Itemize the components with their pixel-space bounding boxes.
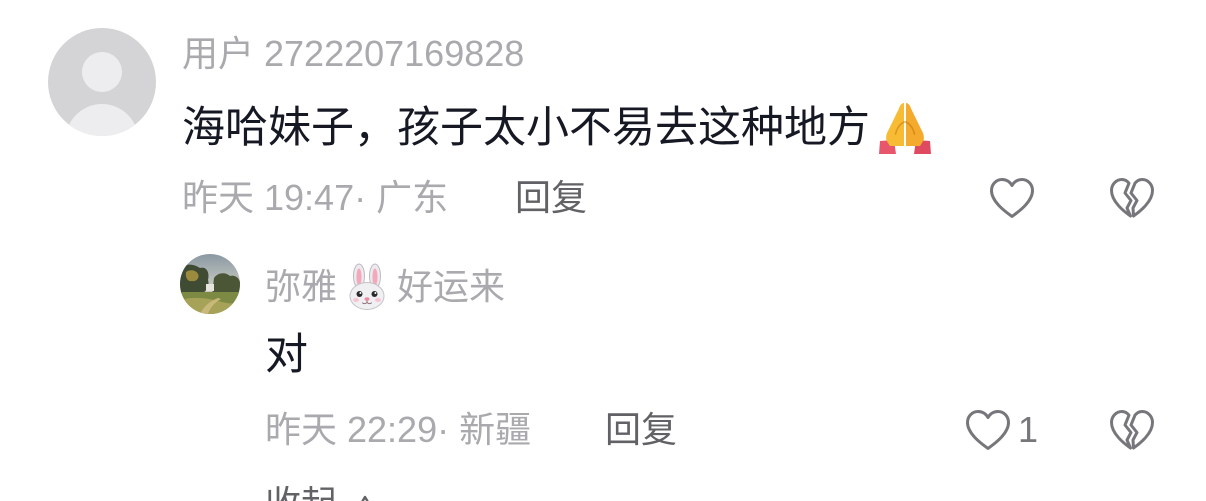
- broken-heart-left-half: [1110, 178, 1133, 218]
- photo-building: [206, 284, 214, 291]
- broken-heart-right-half: [1129, 410, 1154, 450]
- rabbit-nose: [364, 297, 370, 301]
- reply-meta: 昨天 22:29· 新疆: [265, 409, 532, 450]
- comment-body: 海哈妹子，孩子太小不易去这种地方: [182, 100, 934, 156]
- reply-author-name[interactable]: 弥雅 好运来: [265, 263, 505, 311]
- avatar-silhouette-head: [82, 52, 122, 92]
- landscape-photo-avatar-icon[interactable]: [180, 254, 240, 314]
- rabbit-left-eye-highlight: [359, 292, 362, 294]
- heart-shape: [966, 410, 1010, 450]
- rabbit-head: [349, 282, 385, 310]
- rabbit-right-cheek: [375, 298, 382, 302]
- reply-to-reply-button[interactable]: 回复: [605, 410, 677, 450]
- like-button[interactable]: [988, 176, 1036, 220]
- dislike-button[interactable]: [1108, 176, 1156, 220]
- comment-text: 海哈妹子，孩子太小不易去这种地方: [182, 104, 870, 152]
- comment-meta: 昨天 19:47· 广东: [182, 177, 449, 218]
- reply-author-name-part-2[interactable]: 好运来: [397, 267, 505, 307]
- rabbit-right-eye-highlight: [374, 292, 377, 294]
- heart-outline-icon[interactable]: [964, 408, 1012, 452]
- broken-heart-right-half: [1129, 178, 1154, 218]
- chevron-up-icon[interactable]: [357, 495, 373, 501]
- rabbit-left-cheek: [353, 298, 360, 302]
- collapse-replies-button[interactable]: 收起: [265, 486, 385, 501]
- reply-dislike-button[interactable]: [1108, 408, 1156, 452]
- comment-author-avatar[interactable]: [48, 28, 156, 136]
- rabbit-left-eye: [356, 291, 363, 297]
- reply-button[interactable]: 回复: [515, 178, 587, 218]
- heart-shape: [990, 178, 1034, 218]
- reply-author-name-part-1[interactable]: 弥雅: [265, 267, 337, 307]
- reply-author-avatar[interactable]: [180, 254, 240, 314]
- broken-heart-icon[interactable]: [1108, 408, 1156, 452]
- heart-outline-icon[interactable]: [988, 176, 1036, 220]
- default-user-avatar-icon[interactable]: [48, 28, 156, 136]
- comment-author-name[interactable]: 用户 2722207169828: [182, 34, 524, 74]
- reply-text: 对: [265, 331, 308, 379]
- broken-heart-left-half: [1110, 410, 1133, 450]
- folded-hands-emoji-icon: [879, 103, 931, 154]
- collapse-replies-label[interactable]: 收起: [265, 486, 337, 501]
- chevron-stroke: [361, 495, 369, 501]
- reply-like-count: 1: [1018, 409, 1039, 450]
- rabbit-right-eye: [371, 291, 378, 297]
- broken-heart-icon[interactable]: [1108, 176, 1156, 220]
- reply-like-button[interactable]: [964, 408, 1012, 452]
- rabbit-face-emoji-icon: [349, 263, 385, 310]
